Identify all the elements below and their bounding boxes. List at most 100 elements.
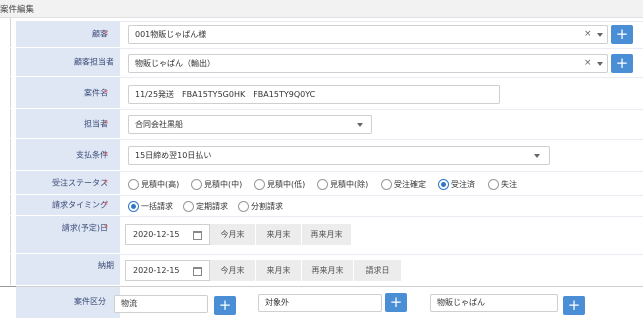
option-label: 失注 — [501, 179, 517, 189]
row-customer-contact: 顧客担当者 物販じゃぱん（輸出） × + — [0, 48, 643, 77]
row-order-status: 受注ステータス * 見積中(高) 見積中(中) 見積中(低) 見積中(除) 受注確… — [0, 171, 643, 195]
close-icon[interactable]: × — [584, 29, 592, 39]
customer-contact-label: 顧客担当者 — [74, 57, 114, 67]
add-customer-button[interactable]: + — [611, 25, 633, 44]
assignee-select[interactable]: 合同会社黒船 — [128, 115, 372, 134]
status-option-ordered[interactable]: 受注済 — [438, 178, 475, 190]
chevron-down-icon[interactable] — [534, 154, 540, 158]
value-cell: 2020-12-15 今月末 来月末 再来月末 — [120, 216, 643, 253]
case-category-select-2[interactable]: 対象外 — [258, 294, 382, 312]
radio-selected-icon[interactable] — [438, 178, 449, 190]
customer-select[interactable]: 001物販じゃぱん様 — [128, 25, 608, 44]
due-this-month-end-button[interactable]: 今月末 — [210, 260, 256, 281]
payment-terms-select[interactable]: 15日締め翌10日払い — [128, 146, 550, 165]
label-cell: 請求(予定)日 * — [16, 216, 120, 253]
row-billing-date: 請求(予定)日 * 2020-12-15 今月末 来月末 再来月末 — [0, 216, 643, 254]
title-bar: 案件編集 — [0, 0, 643, 18]
due-next-month-end-button[interactable]: 来月末 — [256, 260, 302, 281]
radio-icon[interactable] — [254, 178, 265, 190]
value-cell: 一括請求 定期請求 分割請求 — [120, 195, 643, 215]
option-label: 受注済 — [451, 179, 475, 189]
value-cell: 2020-12-15 今月末 来月末 再来月末 請求日 — [120, 254, 643, 285]
due-billing-date-button[interactable]: 請求日 — [354, 260, 402, 281]
status-option-lost[interactable]: 失注 — [488, 178, 517, 190]
label-cell: 担当者 * — [16, 109, 120, 138]
required-mark: * — [104, 200, 108, 210]
billing-next-month-end-button[interactable]: 来月末 — [256, 224, 302, 245]
option-label: 一括請求 — [141, 201, 173, 211]
required-mark: * — [104, 29, 108, 39]
option-label: 見積中(中) — [204, 179, 243, 189]
billing-option-split[interactable]: 分割請求 — [238, 200, 283, 212]
label-cell: 顧客 * — [16, 21, 120, 47]
plus-icon: + — [218, 296, 232, 314]
radio-icon[interactable] — [238, 200, 249, 212]
calendar-icon[interactable] — [193, 267, 202, 276]
radio-icon[interactable] — [183, 200, 194, 212]
row-case-name: 案件名 * 11/25発送 FBA15TY5G0HK FBA15TY9Q0YC — [0, 77, 643, 109]
required-mark: * — [104, 88, 108, 97]
option-label: 見積中(高) — [141, 179, 180, 189]
option-label: 分割請求 — [251, 201, 283, 211]
radio-icon[interactable] — [128, 178, 139, 190]
add-category-3-button[interactable]: + — [563, 296, 585, 315]
option-label: 見積中(除) — [330, 179, 369, 189]
add-contact-button[interactable]: + — [611, 54, 633, 73]
radio-icon[interactable] — [191, 178, 202, 190]
divider — [0, 286, 16, 287]
case-category-select-1[interactable]: 物流 — [114, 295, 208, 313]
required-mark: * — [104, 119, 108, 128]
option-label: 受注確定 — [394, 179, 426, 189]
customer-contact-select[interactable]: 物販じゃぱん（輸出） — [128, 54, 608, 73]
value-cell: 見積中(高) 見積中(中) 見積中(低) 見積中(除) 受注確定 受注済 失注 — [120, 171, 643, 194]
required-mark: * — [104, 178, 108, 187]
value-cell: 15日締め翌10日払い — [120, 139, 643, 170]
status-option-estimate-low[interactable]: 見積中(低) — [254, 178, 305, 190]
value-cell: 合同会社黒船 — [120, 109, 643, 138]
billing-date-label: 請求(予定)日 — [61, 223, 108, 233]
status-option-estimate-high[interactable]: 見積中(高) — [128, 178, 179, 190]
case-category-label: 案件区分 — [74, 297, 106, 306]
value-cell: 11/25発送 FBA15TY5G0HK FBA15TY9Q0YC — [120, 77, 643, 108]
value-cell: 001物販じゃぱん様 × + — [120, 21, 643, 47]
billing-timing-label: 請求タイミング — [52, 200, 108, 210]
status-option-estimate-excluded[interactable]: 見積中(除) — [317, 178, 368, 190]
close-icon[interactable]: × — [584, 58, 592, 68]
label-cell: 受注ステータス * — [16, 171, 120, 194]
chevron-down-icon[interactable] — [597, 33, 603, 37]
billing-option-lump-sum[interactable]: 一括請求 — [128, 200, 173, 212]
billing-this-month-end-button[interactable]: 今月末 — [210, 224, 256, 245]
label-cell: 請求タイミング * — [16, 195, 120, 215]
option-label: 定期請求 — [196, 201, 228, 211]
calendar-icon[interactable] — [193, 231, 202, 240]
case-name-input[interactable]: 11/25発送 FBA15TY5G0HK FBA15TY9Q0YC — [128, 85, 500, 104]
chevron-down-icon[interactable] — [597, 62, 603, 66]
radio-selected-icon[interactable] — [128, 200, 139, 212]
billing-month-after-next-end-button[interactable]: 再来月末 — [302, 224, 352, 245]
status-option-estimate-mid[interactable]: 見積中(中) — [191, 178, 242, 190]
label-cell: 納期 — [16, 254, 120, 285]
radio-icon[interactable] — [317, 178, 328, 190]
row-billing-timing: 請求タイミング * 一括請求 定期請求 分割請求 — [0, 195, 643, 216]
plus-icon: + — [615, 54, 629, 72]
due-month-after-next-end-button[interactable]: 再来月末 — [302, 260, 354, 281]
required-mark: * — [104, 150, 108, 159]
add-category-1-button[interactable]: + — [214, 296, 236, 315]
value-cell: 物販じゃぱん（輸出） × + — [120, 48, 643, 76]
plus-icon: + — [615, 25, 629, 43]
plus-icon: + — [567, 296, 581, 314]
row-due-date: 納期 2020-12-15 今月末 来月末 再来月末 請求日 — [0, 254, 643, 286]
chevron-down-icon[interactable] — [357, 123, 363, 127]
due-date-label: 納期 — [98, 261, 114, 270]
label-cell: 案件区分 — [16, 287, 120, 318]
add-category-2-button[interactable]: + — [385, 293, 407, 312]
label-cell: 支払条件 * — [16, 139, 120, 170]
radio-icon[interactable] — [488, 178, 499, 190]
radio-icon[interactable] — [381, 178, 392, 190]
order-status-label: 受注ステータス — [52, 178, 108, 187]
row-assignee: 担当者 * 合同会社黒船 — [0, 109, 643, 139]
required-mark: * — [104, 223, 108, 233]
case-category-select-3[interactable]: 物販じゃぱん — [430, 294, 558, 312]
status-option-confirmed[interactable]: 受注確定 — [381, 178, 426, 190]
billing-option-periodic[interactable]: 定期請求 — [183, 200, 228, 212]
